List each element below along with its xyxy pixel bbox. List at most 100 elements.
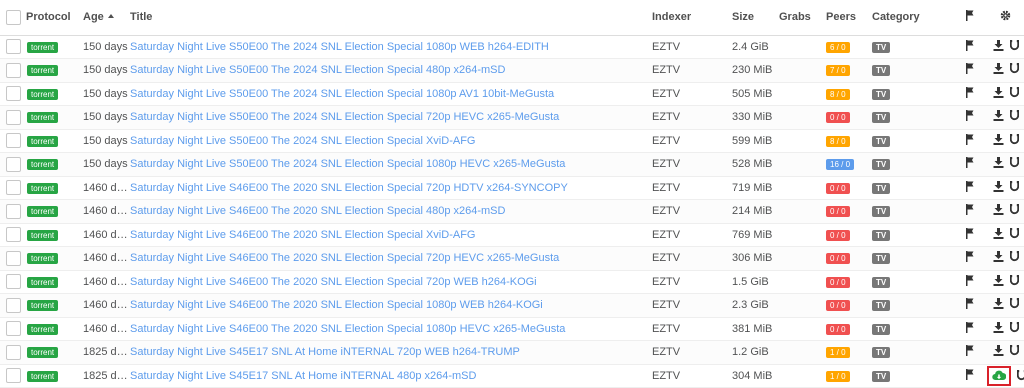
flag-icon bbox=[965, 157, 975, 168]
row-checkbox[interactable] bbox=[6, 157, 21, 172]
magnet-icon[interactable] bbox=[1010, 204, 1019, 215]
table-row[interactable]: torrent 1460 days Saturday Night Live S4… bbox=[0, 176, 1024, 200]
magnet-icon[interactable] bbox=[1010, 345, 1019, 356]
release-title-link[interactable]: Saturday Night Live S46E00 The 2020 SNL … bbox=[130, 276, 537, 288]
row-checkbox[interactable] bbox=[6, 298, 21, 313]
cloud-download-icon[interactable] bbox=[992, 370, 1006, 381]
row-category-cell: TV bbox=[872, 82, 952, 106]
release-title-link[interactable]: Saturday Night Live S50E00 The 2024 SNL … bbox=[130, 41, 549, 53]
row-checkbox[interactable] bbox=[6, 110, 21, 125]
download-icon[interactable] bbox=[993, 275, 1004, 286]
table-row[interactable]: torrent 1460 days Saturday Night Live S4… bbox=[0, 294, 1024, 318]
release-title-link[interactable]: Saturday Night Live S50E00 The 2024 SNL … bbox=[130, 88, 554, 100]
row-category-cell: TV bbox=[872, 294, 952, 318]
table-row[interactable]: torrent 150 days Saturday Night Live S50… bbox=[0, 35, 1024, 59]
download-icon[interactable] bbox=[993, 110, 1004, 121]
column-title[interactable]: Title bbox=[130, 0, 652, 35]
magnet-icon[interactable] bbox=[1010, 87, 1019, 98]
row-checkbox[interactable] bbox=[6, 204, 21, 219]
row-checkbox[interactable] bbox=[6, 39, 21, 54]
column-actions[interactable] bbox=[987, 0, 1024, 35]
row-size: 330 MiB bbox=[732, 106, 779, 130]
download-icon[interactable] bbox=[993, 228, 1004, 239]
download-icon[interactable] bbox=[993, 322, 1004, 333]
table-row[interactable]: torrent 150 days Saturday Night Live S50… bbox=[0, 106, 1024, 130]
download-icon[interactable] bbox=[993, 157, 1004, 168]
release-title-link[interactable]: Saturday Night Live S46E00 The 2020 SNL … bbox=[130, 252, 559, 264]
table-row[interactable]: torrent 1460 days Saturday Night Live S4… bbox=[0, 270, 1024, 294]
download-icon[interactable] bbox=[993, 87, 1004, 98]
download-icon[interactable] bbox=[993, 298, 1004, 309]
table-row[interactable]: torrent 150 days Saturday Night Live S50… bbox=[0, 82, 1024, 106]
release-title-link[interactable]: Saturday Night Live S46E00 The 2020 SNL … bbox=[130, 205, 505, 217]
column-protocol[interactable]: Protocol bbox=[26, 0, 83, 35]
column-peers[interactable]: Peers bbox=[826, 0, 872, 35]
row-select-cell bbox=[0, 247, 26, 271]
magnet-icon[interactable] bbox=[1010, 40, 1019, 51]
download-icon[interactable] bbox=[993, 40, 1004, 51]
protocol-badge: torrent bbox=[27, 230, 58, 241]
magnet-icon[interactable] bbox=[1010, 251, 1019, 262]
select-all-checkbox[interactable] bbox=[6, 10, 21, 25]
row-checkbox[interactable] bbox=[6, 368, 21, 383]
table-row[interactable]: torrent 1825 days Saturday Night Live S4… bbox=[0, 341, 1024, 365]
release-title-link[interactable]: Saturday Night Live S50E00 The 2024 SNL … bbox=[130, 135, 475, 147]
row-checkbox[interactable] bbox=[6, 274, 21, 289]
table-row[interactable]: torrent 1460 days Saturday Night Live S4… bbox=[0, 247, 1024, 271]
row-checkbox[interactable] bbox=[6, 227, 21, 242]
magnet-icon[interactable] bbox=[1010, 63, 1019, 74]
row-checkbox[interactable] bbox=[6, 345, 21, 360]
row-checkbox[interactable] bbox=[6, 63, 21, 78]
magnet-icon[interactable] bbox=[1010, 110, 1019, 121]
table-row[interactable]: torrent 150 days Saturday Night Live S50… bbox=[0, 129, 1024, 153]
column-indexer[interactable]: Indexer bbox=[652, 0, 732, 35]
row-protocol-cell: torrent bbox=[26, 106, 83, 130]
table-row[interactable]: torrent 1460 days Saturday Night Live S4… bbox=[0, 200, 1024, 224]
table-row[interactable]: torrent 1460 days Saturday Night Live S4… bbox=[0, 317, 1024, 341]
select-all-cell bbox=[0, 0, 26, 35]
magnet-icon[interactable] bbox=[1017, 370, 1024, 381]
column-age[interactable]: Age bbox=[83, 0, 130, 35]
column-size[interactable]: Size bbox=[732, 0, 779, 35]
magnet-icon[interactable] bbox=[1010, 157, 1019, 168]
column-flags bbox=[952, 0, 987, 35]
magnet-icon[interactable] bbox=[1010, 181, 1019, 192]
release-title-link[interactable]: Saturday Night Live S46E00 The 2020 SNL … bbox=[130, 229, 475, 241]
download-icon[interactable] bbox=[993, 345, 1004, 356]
magnet-icon[interactable] bbox=[1010, 275, 1019, 286]
magnet-icon[interactable] bbox=[1010, 298, 1019, 309]
download-icon[interactable] bbox=[993, 63, 1004, 74]
row-checkbox[interactable] bbox=[6, 321, 21, 336]
table-row[interactable]: torrent 1825 days Saturday Night Live S4… bbox=[0, 364, 1024, 388]
magnet-icon[interactable] bbox=[1010, 134, 1019, 145]
gear-icon[interactable] bbox=[1000, 10, 1011, 21]
row-checkbox[interactable] bbox=[6, 86, 21, 101]
release-title-link[interactable]: Saturday Night Live S45E17 SNL At Home i… bbox=[130, 346, 520, 358]
magnet-icon[interactable] bbox=[1010, 322, 1019, 333]
download-icon[interactable] bbox=[993, 251, 1004, 262]
column-grabs[interactable]: Grabs bbox=[779, 0, 826, 35]
release-title-link[interactable]: Saturday Night Live S45E17 SNL At Home i… bbox=[130, 370, 476, 382]
row-checkbox[interactable] bbox=[6, 251, 21, 266]
release-title-link[interactable]: Saturday Night Live S46E00 The 2020 SNL … bbox=[130, 323, 565, 335]
release-title-link[interactable]: Saturday Night Live S46E00 The 2020 SNL … bbox=[130, 182, 568, 194]
table-row[interactable]: torrent 150 days Saturday Night Live S50… bbox=[0, 59, 1024, 83]
row-protocol-cell: torrent bbox=[26, 270, 83, 294]
row-age: 1460 days bbox=[83, 223, 130, 247]
row-checkbox[interactable] bbox=[6, 180, 21, 195]
column-category[interactable]: Category bbox=[872, 0, 952, 35]
row-indexer: EZTV bbox=[652, 223, 732, 247]
release-title-link[interactable]: Saturday Night Live S46E00 The 2020 SNL … bbox=[130, 299, 543, 311]
download-icon[interactable] bbox=[993, 134, 1004, 145]
download-icon[interactable] bbox=[993, 181, 1004, 192]
release-title-link[interactable]: Saturday Night Live S50E00 The 2024 SNL … bbox=[130, 111, 559, 123]
row-category-cell: TV bbox=[872, 317, 952, 341]
release-title-link[interactable]: Saturday Night Live S50E00 The 2024 SNL … bbox=[130, 64, 505, 76]
magnet-icon[interactable] bbox=[1010, 228, 1019, 239]
release-title-link[interactable]: Saturday Night Live S50E00 The 2024 SNL … bbox=[130, 158, 565, 170]
download-icon[interactable] bbox=[993, 204, 1004, 215]
row-checkbox[interactable] bbox=[6, 133, 21, 148]
peers-badge: 0 / 0 bbox=[826, 324, 850, 335]
table-row[interactable]: torrent 150 days Saturday Night Live S50… bbox=[0, 153, 1024, 177]
table-row[interactable]: torrent 1460 days Saturday Night Live S4… bbox=[0, 223, 1024, 247]
